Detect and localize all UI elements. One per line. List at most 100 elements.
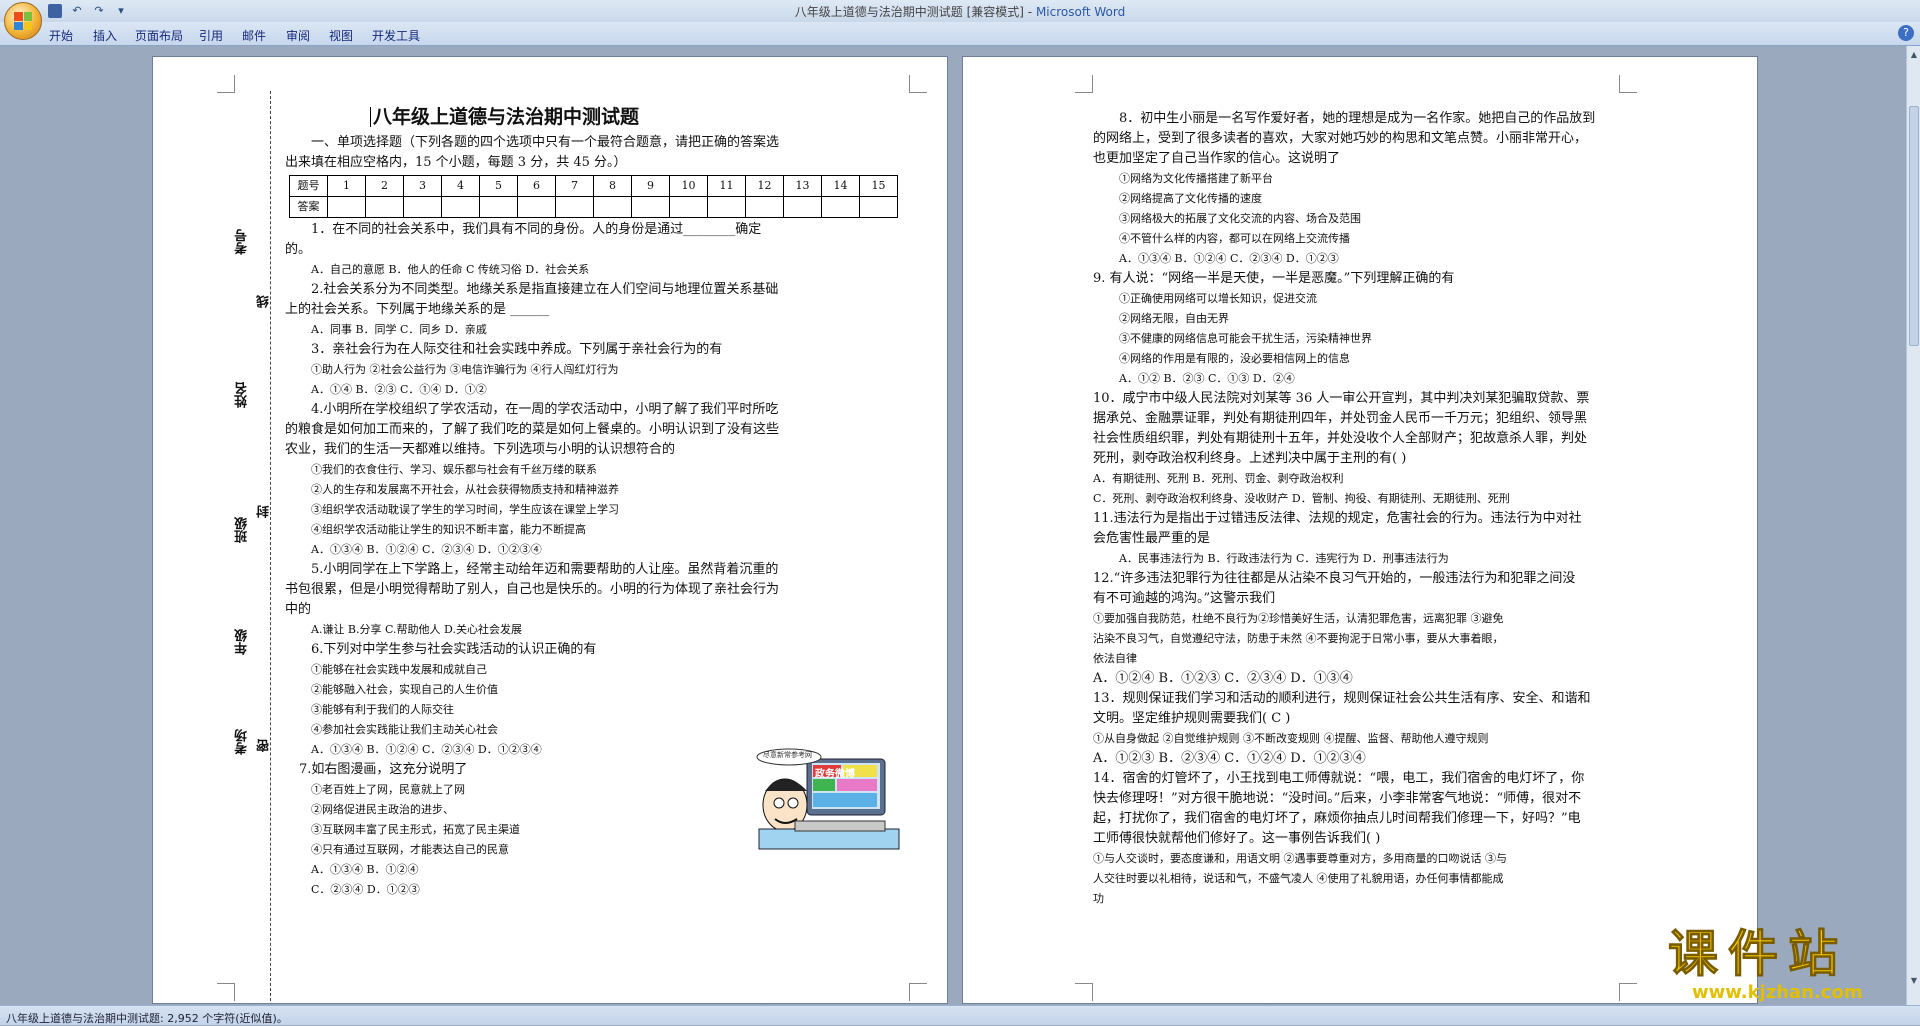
table-cell[interactable] [669, 196, 708, 218]
binding-label-seal: 封 [257, 505, 272, 518]
question-12-cont: 有不可逾越的鸿沟。”这警示我们 [1093, 591, 1276, 606]
question-13-options: A．①②③ B．②③④ C．①②④ D．①②③④ [1093, 751, 1366, 766]
table-cell[interactable] [783, 196, 822, 218]
question-4-item: ④组织学农活动能让学生的知识不断丰富，能力不断提高 [311, 523, 586, 536]
save-icon[interactable] [48, 4, 62, 18]
crop-mark [217, 983, 235, 1001]
table-cell[interactable] [859, 196, 898, 218]
paragraph: 一、单项选择题（下列各题的四个选项中只有一个最符合题意，请把正确的答案选 [311, 135, 780, 150]
window-title: 八年级上道德与法治期中测试题 [兼容模式] - Microsoft Word [794, 5, 1126, 19]
question-8-item: ④不管什么样的内容，都可以在网络上交流传播 [1119, 232, 1350, 245]
question-9-options: A．①② B．②③ C．①③ D．②④ [1119, 372, 1295, 385]
tab-view[interactable]: 视图 [329, 27, 353, 44]
question-14-items: 人交往时要以礼相待，说话和气，不盛气凌人 ④使用了礼貌用语，办任何事情都能成 [1093, 872, 1504, 885]
scroll-up-icon[interactable]: ▲ [1909, 50, 1919, 60]
status-text: 八年级上道德与法治期中测试题: 2,952 个字符(近似值)。 [6, 1012, 288, 1025]
question-8-cont: 也更加坚定了自己当作家的信心。这说明了 [1093, 151, 1341, 166]
binding-label-name: 姓名 [235, 382, 250, 408]
crop-mark [1619, 983, 1637, 1001]
table-cell[interactable] [631, 196, 670, 218]
table-cell: 10 [669, 175, 708, 197]
question-8-item: ②网络提高了文化传播的速度 [1119, 192, 1262, 205]
crop-mark [217, 75, 235, 93]
question-1: 1．在不同的社会关系中，我们具有不同的身份。人的身份是通过________确定 [311, 222, 762, 237]
question-11-options: A．民事违法行为 B．行政违法行为 C．违宪行为 D．刑事违法行为 [1119, 552, 1449, 565]
tab-review[interactable]: 审阅 [286, 27, 310, 44]
question-2-options: A．同事 B．同学 C．同乡 D．亲戚 [311, 323, 487, 336]
question-14: 14．宿舍的灯管坏了，小王找到电工师傅就说：“喂，电工，我们宿舍的电灯坏了，你 [1093, 771, 1585, 786]
question-4-item: ③组织学农活动耽误了学生的学习时间，学生应该在课堂上学习 [311, 503, 619, 516]
question-1-cont: 的。 [285, 242, 312, 257]
title-bar: 八年级上道德与法治期中测试题 [兼容模式] - Microsoft Word [0, 0, 1920, 22]
help-icon[interactable]: ? [1898, 25, 1914, 41]
document-page-1[interactable]: 考号 线 姓名 班级 封 年级 考场 密 八年级上道德与法治期中测试题 一、单项… [152, 56, 948, 1004]
table-row: 题号 1 2 3 4 5 6 7 8 9 10 11 12 13 14 15 [289, 175, 898, 197]
question-5-cont: 书包很累，但是小明觉得帮助了别人，自己也是快乐的。小明的行为体现了亲社会行为 [285, 582, 780, 597]
question-5-cont: 中的 [285, 602, 312, 617]
table-cell: 11 [707, 175, 746, 197]
watermark-logo-text: 课件站 [1668, 925, 1848, 983]
binding-label-exam-number: 考号 [235, 229, 250, 255]
table-cell: 3 [403, 175, 442, 197]
vertical-scrollbar[interactable]: ▲ ▼ [1906, 46, 1920, 1005]
cartoon-image: 政务微博 尽意新常参考网 [755, 747, 911, 853]
document-page-2[interactable]: 8．初中生小丽是一名写作爱好者，她的理想是成为一名作家。她把自己的作品放到 的网… [962, 56, 1758, 1004]
table-cell: 9 [631, 175, 670, 197]
tab-home[interactable]: 开始 [49, 27, 73, 44]
scrollbar-thumb[interactable] [1909, 106, 1919, 346]
table-cell: 13 [783, 175, 822, 197]
table-cell[interactable] [593, 196, 632, 218]
table-cell: 5 [479, 175, 518, 197]
binding-label-exam-room: 考场 [235, 729, 250, 755]
question-2: 2.社会关系分为不同类型。地缘关系是指直接建立在人们空间与地理位置关系基础 [311, 282, 779, 297]
binding-label-secret: 密 [257, 739, 272, 752]
table-cell[interactable] [517, 196, 556, 218]
question-9-item: ③不健康的网络信息可能会干扰生活，污染精神世界 [1119, 332, 1372, 345]
table-cell[interactable] [365, 196, 404, 218]
question-1-options: A．自己的意愿 B．他人的任命 C 传统习俗 D．社会关系 [311, 263, 590, 276]
table-cell: 12 [745, 175, 784, 197]
table-cell[interactable] [745, 196, 784, 218]
scroll-down-icon[interactable]: ▼ [1909, 976, 1919, 986]
table-cell[interactable] [707, 196, 746, 218]
tab-mailings[interactable]: 邮件 [242, 27, 266, 44]
table-cell: 4 [441, 175, 480, 197]
question-10: 10．咸宁市中级人民法院对刘某等 36 人一审公开宣判，其中判决刘某犯骗取贷款、… [1093, 391, 1590, 406]
crop-mark [1075, 75, 1093, 93]
question-2-cont: 上的社会关系。下列属于地缘关系的是 ______ [285, 302, 550, 317]
crop-mark [1619, 75, 1637, 93]
site-watermark: 课件站 www.kjzhan.com [1668, 925, 1863, 1004]
question-6-item: ②能够融入社会，实现自己的人生价值 [311, 683, 498, 696]
office-button[interactable] [4, 2, 42, 40]
question-8-options: A．①③④ B．①②④ C．②③④ D．①②③ [1119, 252, 1339, 265]
table-cell[interactable] [403, 196, 442, 218]
tab-insert[interactable]: 插入 [93, 27, 117, 44]
undo-icon[interactable]: ↶ [70, 4, 84, 18]
table-cell[interactable] [479, 196, 518, 218]
question-6-item: ④参加社会实践能让我们主动关心社会 [311, 723, 498, 736]
question-10-options: A．有期徒刑、死刑 B．死刑、罚金、剥夺政治权利 [1093, 472, 1344, 485]
binding-label-line: 线 [257, 295, 272, 308]
customize-chevron-icon[interactable]: ▾ [114, 4, 128, 18]
table-cell[interactable] [821, 196, 860, 218]
question-8-cont: 的网络上，受到了很多读者的喜欢，大家对她巧妙的构思和文笔点赞。小丽非常开心， [1093, 131, 1588, 146]
question-10-options: C．死刑、剥夺政治权利终身、没收财产 D．管制、拘役、有期徒刑、无期徒刑、死刑 [1093, 492, 1510, 505]
table-cell[interactable] [555, 196, 594, 218]
table-cell: 6 [517, 175, 556, 197]
question-6-item: ①能够在社会实践中发展和成就自己 [311, 663, 487, 676]
page-2-text: 8．初中生小丽是一名写作爱好者，她的理想是成为一名作家。她把自己的作品放到 的网… [1093, 109, 1741, 909]
tab-references[interactable]: 引用 [199, 27, 223, 44]
table-cell: 1 [327, 175, 366, 197]
quick-access-toolbar: ↶ ↷ ▾ [48, 3, 128, 19]
tab-page-layout[interactable]: 页面布局 [135, 27, 183, 44]
table-cell[interactable] [327, 196, 366, 218]
question-4-item: ①我们的衣食住行、学习、娱乐都与社会有千丝万缕的联系 [311, 463, 597, 476]
question-4-item: ②人的生存和发展离不开社会，从社会获得物质支持和精神滋养 [311, 483, 619, 496]
tab-developer[interactable]: 开发工具 [372, 27, 420, 44]
redo-icon[interactable]: ↷ [92, 4, 106, 18]
table-cell: 8 [593, 175, 632, 197]
table-cell: 2 [365, 175, 404, 197]
table-cell[interactable] [441, 196, 480, 218]
crop-mark [909, 75, 927, 93]
question-7-options: A．①③④ B．①②④ [311, 863, 419, 876]
